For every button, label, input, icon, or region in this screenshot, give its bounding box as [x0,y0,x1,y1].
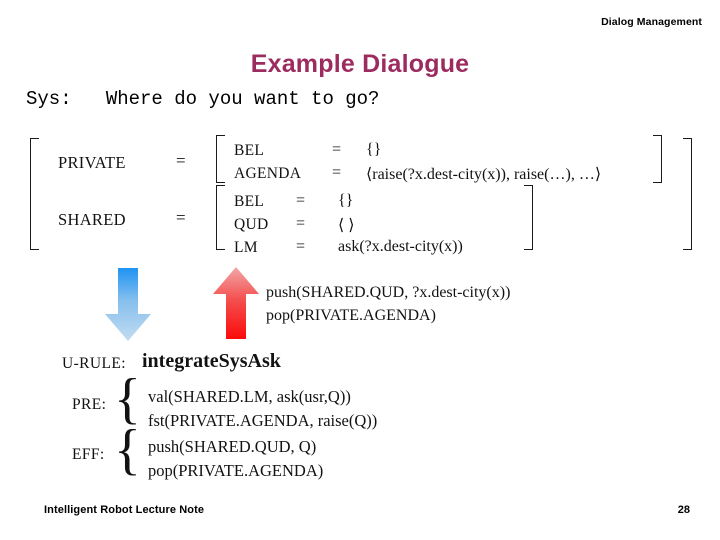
red-up-arrow-icon [212,266,260,345]
shared-attr-qud: QUD [234,216,269,233]
private-agenda-equals: = [332,164,342,181]
shared-bel-equals: = [296,192,306,209]
system-utterance: Sys: Where do you want to go? [26,88,380,110]
pre-condition-val: val(SHARED.LM, ask(usr,Q)) [148,387,351,406]
private-bracket-left [216,135,225,183]
footer-note: Intelligent Robot Lecture Note [44,504,205,516]
shared-qud-equals: = [296,215,306,232]
private-bel-equals: = [332,141,342,158]
page-title: Example Dialogue [250,50,470,78]
outer-bracket-left [30,138,39,250]
running-head: Dialog Management [601,16,702,28]
shared-lm-value: ask(?x.dest-city(x)) [338,238,463,255]
shared-bel-value: {} [338,192,354,209]
outer-bracket-right [683,138,692,250]
pre-condition-fst: fst(PRIVATE.AGENDA, raise(Q)) [148,411,378,430]
private-bel-value: {} [366,141,382,158]
eff-label: EFF: [72,446,105,463]
update-op-push: push(SHARED.QUD, ?x.dest-city(x)) [266,284,511,301]
blue-down-arrow-icon [104,268,152,347]
eff-effect-push: push(SHARED.QUD, Q) [148,437,317,456]
private-label: PRIVATE [58,153,126,172]
eff-effects: push(SHARED.QUD, Q) pop(PRIVATE.AGENDA) [148,435,323,483]
page-number: 28 [677,504,690,516]
shared-lm-equals: = [296,238,306,255]
pre-conditions: val(SHARED.LM, ask(usr,Q)) fst(PRIVATE.A… [148,385,377,433]
rule-name: integrateSysAsk [142,350,281,372]
shared-equals: = [176,208,186,227]
private-bracket-right [653,135,662,183]
shared-bracket-left [216,185,225,250]
pre-label: PRE: [72,396,107,413]
update-operations: push(SHARED.QUD, ?x.dest-city(x)) pop(PR… [266,281,510,327]
update-op-pop: pop(PRIVATE.AGENDA) [266,307,436,324]
slide-canvas: Dialog Management Example Dialogue Sys: … [0,0,720,540]
shared-label: SHARED [58,210,126,229]
eff-effect-pop: pop(PRIVATE.AGENDA) [148,461,324,480]
shared-bracket-right [524,185,533,250]
shared-qud-value: ⟨ ⟩ [338,217,355,234]
eff-brace: { [114,419,141,481]
information-state-matrix: PRIVATE = SHARED = BEL = {} AGENDA = ⟨ra… [30,133,692,256]
private-attr-agenda: AGENDA [234,165,302,182]
private-equals: = [176,151,186,170]
private-agenda-value: ⟨raise(?x.dest-city(x)), raise(…), …⟩ [366,166,602,183]
update-rule-block: U-RULE: integrateSysAsk PRE: { val(SHARE… [0,350,720,483]
shared-attr-bel: BEL [234,193,265,210]
private-attr-bel: BEL [234,142,265,159]
shared-attr-lm: LM [234,239,258,256]
